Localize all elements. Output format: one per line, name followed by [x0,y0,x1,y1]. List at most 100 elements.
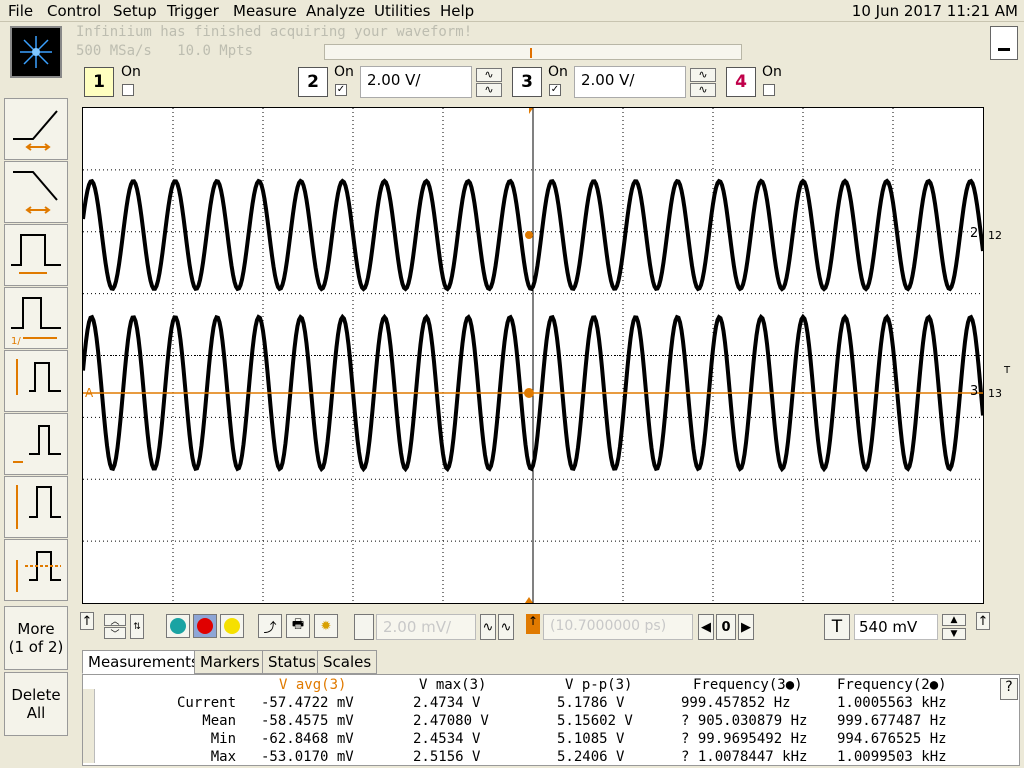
meas-header-vpp: V p-p(3) [565,677,633,693]
scroll-up-icon[interactable]: ︿ [104,614,126,627]
delete-sublabel: All [26,704,46,722]
autoscale-icon[interactable]: ⤴ [258,614,282,638]
meas-row-label: Current [177,695,237,711]
horizontal-left-icon[interactable]: ◀ [698,614,714,640]
waveform-display[interactable] [81,107,985,604]
menu-bar: File Control Setup Trigger Measure Analy… [0,0,1024,22]
delay-left-icon[interactable]: ∿ [480,614,496,640]
channel-1-button[interactable]: 1 [84,67,114,97]
more-sublabel: (1 of 2) [8,638,64,656]
delay-right-icon[interactable]: ∿ [498,614,514,640]
meas-value: 999.457852 Hz [681,695,791,711]
channel-3-scale-down-icon[interactable]: ∿ [690,83,716,97]
horizontal-zero-button[interactable]: 0 [716,614,736,640]
color-teal-button[interactable] [166,614,190,638]
measurements-scrollbar[interactable] [83,689,95,763]
trigger-level-button[interactable]: T [824,614,850,640]
tab-measurements[interactable]: Measurements [82,650,205,674]
menu-trigger[interactable]: Trigger [167,2,219,20]
channel-2-scale-up-icon[interactable]: ∿ [476,68,502,82]
horizontal-controls: ↑ ︿ ﹀ ⇅ ⤴ 🖶 ✹ 2.00 mV/ ∿ ∿ ↑ (10.7000000… [78,612,998,644]
meas-header-freq2: Frequency(2●) [837,677,947,693]
channel-2-number: 2 [307,72,319,92]
trigger-bottom-marker [525,597,533,603]
timeout-trigger-icon[interactable] [4,413,68,475]
menu-setup[interactable]: Setup [113,2,157,20]
pin-icon[interactable]: ↑ [80,612,94,630]
trigger-point [524,388,534,398]
delete-all-button[interactable]: Delete All [4,672,68,736]
sample-rate-value: 500 MSa/s [76,43,152,59]
meas-value: ? 1.0078447 kHz [681,749,808,765]
glitch-trigger-icon[interactable] [4,224,68,286]
falling-edge-trigger-icon[interactable] [4,161,68,223]
meas-value: 2.4534 V [413,731,481,747]
trigger-level-up-icon[interactable]: ▲ [942,614,966,626]
meas-value: 5.1085 V [557,731,625,747]
menu-analyze[interactable]: Analyze [306,2,365,20]
waveform-sort-icon[interactable]: ⇅ [130,614,144,639]
tab-markers[interactable]: Markers [194,650,266,674]
a-marker: A [85,386,94,400]
tab-status[interactable]: Status [262,650,322,674]
waveform-canvas [81,108,985,603]
trigger-level-marker: T [1004,365,1011,376]
channel-2-checkbox[interactable]: ✓ [335,84,347,96]
channel-3-scale-up-icon[interactable]: ∿ [690,68,716,82]
keysight-logo-icon [10,26,62,78]
horizontal-right-icon[interactable]: ▶ [738,614,754,640]
meas-value: 2.47080 V [413,713,489,729]
brightness-icon[interactable]: ✹ [314,614,338,638]
menu-measure[interactable]: Measure [233,2,297,20]
meas-value: 5.2406 V [557,749,625,765]
trigger-top-marker [525,108,533,114]
menu-utilities[interactable]: Utilities [374,2,430,20]
color-yellow-button[interactable] [220,614,244,638]
delay-readout[interactable]: 2.00 mV/ [376,614,476,640]
channel-1-checkbox[interactable] [122,84,134,96]
tab-scales[interactable]: Scales [317,650,378,674]
color-red-button[interactable] [193,614,217,638]
transition-trigger-icon[interactable] [4,476,68,538]
window-trigger-icon[interactable] [4,539,68,601]
channel-2-scale[interactable]: 2.00 V/ [360,66,472,98]
channel-1-number: 1 [93,72,105,92]
pin-right-icon[interactable]: ↑ [976,612,990,630]
acquisition-status: Infiniium has finished acquiring your wa… [76,24,473,40]
timebase-readout[interactable]: (10.7000000 ps) [543,614,693,640]
svg-text:1/: 1/ [11,336,21,347]
meas-row-label: Mean [177,713,237,729]
channel-3-number: 3 [521,72,533,92]
menu-file[interactable]: File [8,2,33,20]
channel-3-button[interactable]: 3 [512,67,542,97]
channel-2-button[interactable]: 2 [298,67,328,97]
trigger-level-readout[interactable]: 540 mV [854,614,938,640]
channel-4-number: 4 [735,72,747,92]
delay-knob-icon[interactable] [354,614,374,640]
meas-value: 2.4734 V [413,695,481,711]
channel-2-scale-down-icon[interactable]: ∿ [476,83,502,97]
runt-trigger-icon[interactable] [4,350,68,412]
channel-3-on-label: On [548,64,568,80]
print-icon[interactable]: 🖶 [286,614,310,638]
menu-control[interactable]: Control [47,2,101,20]
help-button[interactable]: ? [1000,678,1018,700]
more-button[interactable]: More (1 of 2) [4,606,68,670]
scroll-down-icon[interactable]: ﹀ [104,627,126,640]
channel-2-on-label: On [334,64,354,80]
channel-3-level-marker: 3 [970,384,979,399]
trigger-position-icon[interactable]: ↑ [526,614,540,634]
acquisition-progress-bar [324,44,742,60]
meas-row-label: Max [177,749,237,765]
channel-3-checkbox[interactable]: ✓ [549,84,561,96]
rising-edge-trigger-icon[interactable] [4,98,68,160]
channel-4-checkbox[interactable] [763,84,775,96]
minimize-button[interactable] [990,26,1018,60]
meas-value: 5.1786 V [557,695,625,711]
channel-3-scale[interactable]: 2.00 V/ [574,66,686,98]
pulse-width-trigger-icon[interactable]: 1/ [4,287,68,349]
trigger-level-down-icon[interactable]: ▼ [942,628,966,640]
channel-4-button[interactable]: 4 [726,67,756,97]
menu-help[interactable]: Help [440,2,474,20]
memory-depth-value: 10.0 Mpts [177,43,254,59]
